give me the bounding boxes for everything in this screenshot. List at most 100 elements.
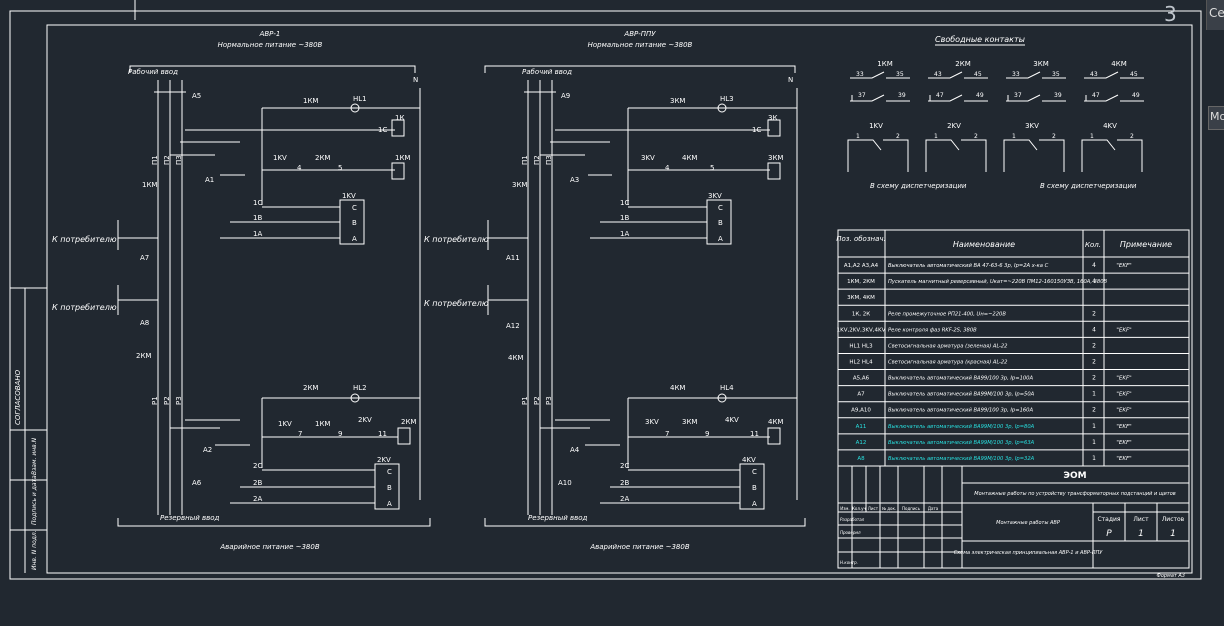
avr1-breaker-c2: A8 — [140, 319, 149, 327]
corner-button-1[interactable]: Се — [1206, 0, 1224, 30]
avr1-box-b-top: B — [352, 219, 357, 227]
avr1-c2-coil: 2КМ — [401, 418, 416, 426]
avr2-box-c-bottom: C — [752, 468, 757, 476]
avr2-kv-box-bottom: 4KV — [742, 456, 756, 464]
spec-header-pos: Поз. обознач. — [836, 235, 886, 243]
stamp-role: Разработал — [840, 517, 865, 522]
avr2-title: АВР-ППУ — [623, 30, 656, 38]
spec-name: Выключатель автоматический ВА99М/100 3р,… — [888, 424, 1035, 430]
strip-cell-3: Инв. N подл. — [31, 530, 38, 570]
stamp-sheets: 1 — [1170, 529, 1176, 539]
avr1-box-a-top: A — [352, 235, 357, 243]
avr1-breaker-c1: A7 — [140, 254, 149, 262]
spec-name: Реле контроля фаз RKF-2S, 380В — [888, 327, 977, 333]
spec-note: "EKF" — [1116, 327, 1131, 333]
avr1-line-1a: 1А — [253, 230, 262, 238]
avr2-phase-p2: П2 — [533, 155, 541, 165]
avr2-phase-p3: П3 — [545, 155, 553, 165]
corner-button-1-label: Се — [1209, 6, 1224, 20]
corner-button-2-label: Mo — [1210, 110, 1224, 123]
avr1-consumer2: К потребителю — [52, 303, 117, 312]
corner-button-2[interactable]: Mo — [1208, 106, 1224, 130]
spec-name: Выключатель автоматический ВА99М/100 3р,… — [888, 440, 1035, 446]
avr2-c1-n4: 4 — [665, 164, 670, 172]
free-km-bot-a: 37 — [858, 92, 866, 99]
avr1-line-2c: 2С — [253, 462, 262, 470]
spec-pos: A1,A2 A3,A4 — [844, 263, 879, 269]
free-kv-n2: 2 — [1052, 133, 1056, 140]
spec-note: "EKF" — [1116, 376, 1131, 382]
spec-pos: A12 — [856, 440, 867, 446]
avr1-relay-k-label-top: 1С — [378, 126, 387, 134]
free-kv-n1: 1 — [1090, 133, 1094, 140]
free-km-top-a: 43 — [1090, 71, 1098, 78]
free-km-name: 2КМ — [955, 60, 970, 68]
stamp-col-header: Подпись — [902, 506, 921, 511]
avr1-phase-r2: Р2 — [163, 396, 171, 405]
spec-name: Выключатель автоматический ВА99/100 3р, … — [888, 408, 1033, 414]
spec-pos: 3КМ, 4КМ — [847, 295, 875, 301]
avr2-breaker-bottom: A10 — [558, 479, 572, 487]
avr1-box-c-top: C — [352, 204, 357, 212]
avr1-n-label: N — [413, 76, 418, 84]
free-kv-name: 4KV — [1103, 122, 1117, 130]
avr2-line-1a: 1А — [620, 230, 629, 238]
avr1-km-bottom: 2КМ — [136, 352, 151, 360]
free-km-top-b: 35 — [1052, 71, 1060, 78]
avr2-km2-bottom: 4КМ — [670, 384, 685, 392]
free-km-top-a: 33 — [856, 71, 864, 78]
viewcube-number[interactable]: 3 — [1164, 2, 1177, 26]
avr2-line-2b: 2В — [620, 479, 629, 487]
avr1-phase-r3: Р3 — [175, 396, 183, 405]
avr1-c2-n7: 7 — [298, 430, 302, 438]
avr1-phase-p2: П2 — [163, 155, 171, 165]
stamp-code: ЭОМ — [1063, 471, 1086, 481]
avr2-box-c-top: C — [718, 204, 723, 212]
avr1-line-2a: 2А — [253, 495, 262, 503]
avr2-line-2c: 2С — [620, 462, 629, 470]
avr1-km-top: 1КМ — [142, 181, 157, 189]
avr2-line-1b: 1В — [620, 214, 629, 222]
avr2-reserve-input: Резервный ввод — [528, 514, 588, 522]
spec-pos: 1К, 2К — [852, 311, 870, 317]
avr2-c1-a: 3KV — [641, 154, 655, 162]
stamp-stage-header: Стадия — [1097, 516, 1120, 523]
avr1-kv-box-bottom: 2KV — [377, 456, 391, 464]
free-kv-name: 2KV — [947, 122, 961, 130]
stamp-stage: Р — [1106, 529, 1112, 539]
avr2-sw-top: A3 — [570, 176, 579, 184]
spec-qty: 1 — [1092, 391, 1096, 398]
stamp-sheet-header: Лист — [1133, 516, 1149, 523]
spec-pos: A8 — [857, 456, 865, 462]
free-kv-n1: 1 — [1012, 133, 1016, 140]
avr1-phase-p3: П3 — [175, 155, 183, 165]
avr2-relay-k-top: 3К — [768, 114, 777, 122]
spec-note: "EKF" — [1116, 392, 1131, 398]
free-km-bot-a: 47 — [1092, 92, 1100, 99]
avr2-breaker-c1: A11 — [506, 254, 520, 262]
free-contacts-section: Свободные контакты 1КМ 33 35 37 39 2КМ 43 45 47 4… — [847, 35, 1144, 190]
spec-header-qty: Кол. — [1085, 241, 1101, 249]
cad-drawing-canvas[interactable]: СОГЛАСОВАНО Взам. инв.N Подпись и дата И… — [0, 0, 1224, 621]
free-kv-name: 3KV — [1025, 122, 1039, 130]
avr2-emergency-supply: Аварийное питание ~380В — [589, 543, 690, 551]
free-kv-name: 1KV — [869, 122, 883, 130]
spec-row: A1,A2 A3,A4 Выключатель автоматический ВА… — [844, 262, 1132, 269]
stamp-role: Н.контр. — [840, 560, 858, 565]
avr2-consumer2: К потребителю — [424, 299, 489, 308]
stamp-object: Монтажные работы АВР — [996, 520, 1060, 526]
avr1-relay-k-top: 1К — [395, 114, 404, 122]
free-kv-n2: 2 — [896, 133, 900, 140]
dispatch-label-1: В схему диспетчеризации — [870, 182, 967, 190]
avr2-hl-bottom: HL4 — [720, 384, 734, 392]
spec-qty: 2 — [1092, 310, 1096, 317]
avr2-kv-box-top: 3KV — [708, 192, 722, 200]
free-km-name: 1КМ — [877, 60, 892, 68]
avr1-title: АВР-1 — [259, 30, 281, 38]
dispatch-label-2: В схему диспетчеризации — [1040, 182, 1137, 190]
spec-pos: A11 — [856, 424, 867, 430]
free-km-bot-b: 49 — [1132, 92, 1140, 99]
avr2-c1-n5: 5 — [710, 164, 714, 172]
avr1-c1-a: 1KV — [273, 154, 287, 162]
spec-qty: 1 — [1092, 455, 1096, 462]
